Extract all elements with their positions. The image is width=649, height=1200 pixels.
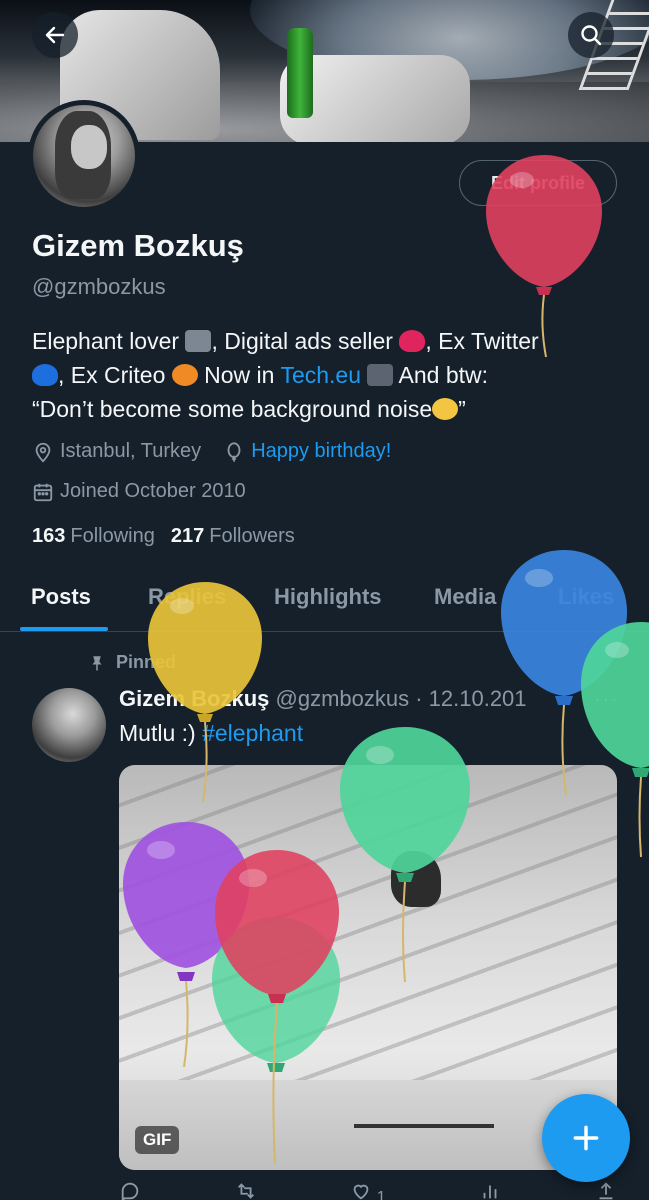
calendar-icon [33,483,53,501]
tab-highlights[interactable]: Highlights [274,584,382,610]
avatar-face [71,125,107,169]
like-count: 1 [376,1189,386,1200]
edit-profile-button[interactable]: Edit profile [459,160,617,206]
elephant-emoji-icon [185,330,212,352]
followers-stat[interactable]: 217 Followers [171,525,295,548]
share-icon [599,1182,613,1200]
profile-bio: Elephant lover , Digital ads seller , Ex… [32,324,622,426]
post-meta: @gzmbozkus · 12.10.201 [275,686,527,711]
post-media-gif[interactable]: GIF [119,765,617,1170]
post-header: Gizem Bozkuş @gzmbozkus · 12.10.201 [119,686,527,712]
tab-posts[interactable]: Posts [31,584,91,610]
bio-text-8: ” [458,396,466,422]
gif-badge: GIF [135,1126,180,1154]
back-button[interactable] [32,12,78,58]
bio-text-5: Now in [197,362,281,388]
views-icon [483,1185,497,1199]
location-pin-icon [35,442,51,462]
bio-text-4: , Ex Criteo [58,362,172,388]
profile-joined-row: Joined October 2010 [32,480,246,503]
profile-stats: 163 Following 217 Followers [32,525,295,548]
red-heart-emoji-icon [399,330,426,352]
profile-handle: @gzmbozkus [32,274,166,299]
following-count: 163 [32,525,66,547]
post-avatar[interactable] [32,688,106,762]
tab-likes[interactable]: Likes [558,584,614,610]
tab-media[interactable]: Media [434,584,496,610]
post-hashtag[interactable]: #elephant [202,720,303,746]
dizzy-emoji-icon [432,398,459,420]
reply-icon [121,1182,139,1200]
birthday-link[interactable]: Happy birthday! [251,440,391,463]
media-elephant [391,851,441,907]
orange-circle-emoji-icon [171,364,198,386]
laptop-emoji-icon [367,364,394,386]
banner-bottle [287,28,313,118]
search-button[interactable] [568,12,614,58]
bio-text-7: “Don’t become some background noise [32,396,433,422]
post-more-button[interactable]: ··· [594,686,619,712]
bio-text-2: , Digital ads seller [211,328,400,354]
followers-count: 217 [170,525,205,547]
views-button[interactable] [479,1180,501,1200]
like-button[interactable]: 1 [350,1180,386,1200]
profile-location: Istanbul, Turkey [60,440,202,462]
profile-avatar[interactable] [28,100,140,212]
share-button[interactable] [595,1180,617,1200]
search-icon [581,25,602,46]
profile-name: Gizem Bozkuş [32,228,244,263]
bio-link[interactable]: Tech.eu [280,362,361,388]
bio-text-1: Elephant lover [32,328,186,354]
profile-joined: Joined October 2010 [60,480,246,502]
heart-icon [353,1184,369,1200]
post-author[interactable]: Gizem Bozkuş [119,686,269,711]
media-trampoline [354,1124,494,1150]
profile-tabs: Posts Replies Highlights Media Likes [0,570,649,632]
balloon-icon [227,441,241,462]
compose-post-button[interactable] [542,1094,630,1182]
bio-text-3: , Ex Twitter [425,328,539,354]
pinned-indicator: Pinned [88,652,176,673]
following-label: Following [70,525,155,547]
pin-icon [92,655,102,670]
post-text: Mutlu :) #elephant [119,720,303,747]
active-tab-indicator [20,627,108,631]
repost-button[interactable] [235,1180,257,1200]
followers-label: Followers [209,525,295,547]
repost-icon [237,1183,254,1199]
pinned-label: Pinned [116,652,177,672]
post-actions: 1 [119,1180,617,1200]
tab-replies[interactable]: Replies [148,584,226,610]
following-stat[interactable]: 163 Following [32,525,155,548]
profile-location-row: Istanbul, Turkey Happy birthday! [32,440,391,463]
blue-heart-emoji-icon [32,364,58,386]
post-body: Mutlu :) [119,720,203,746]
plus-icon [573,1125,599,1151]
reply-button[interactable] [119,1180,141,1200]
bio-text-6: And btw: [393,362,489,388]
arrow-left-icon [45,26,65,44]
